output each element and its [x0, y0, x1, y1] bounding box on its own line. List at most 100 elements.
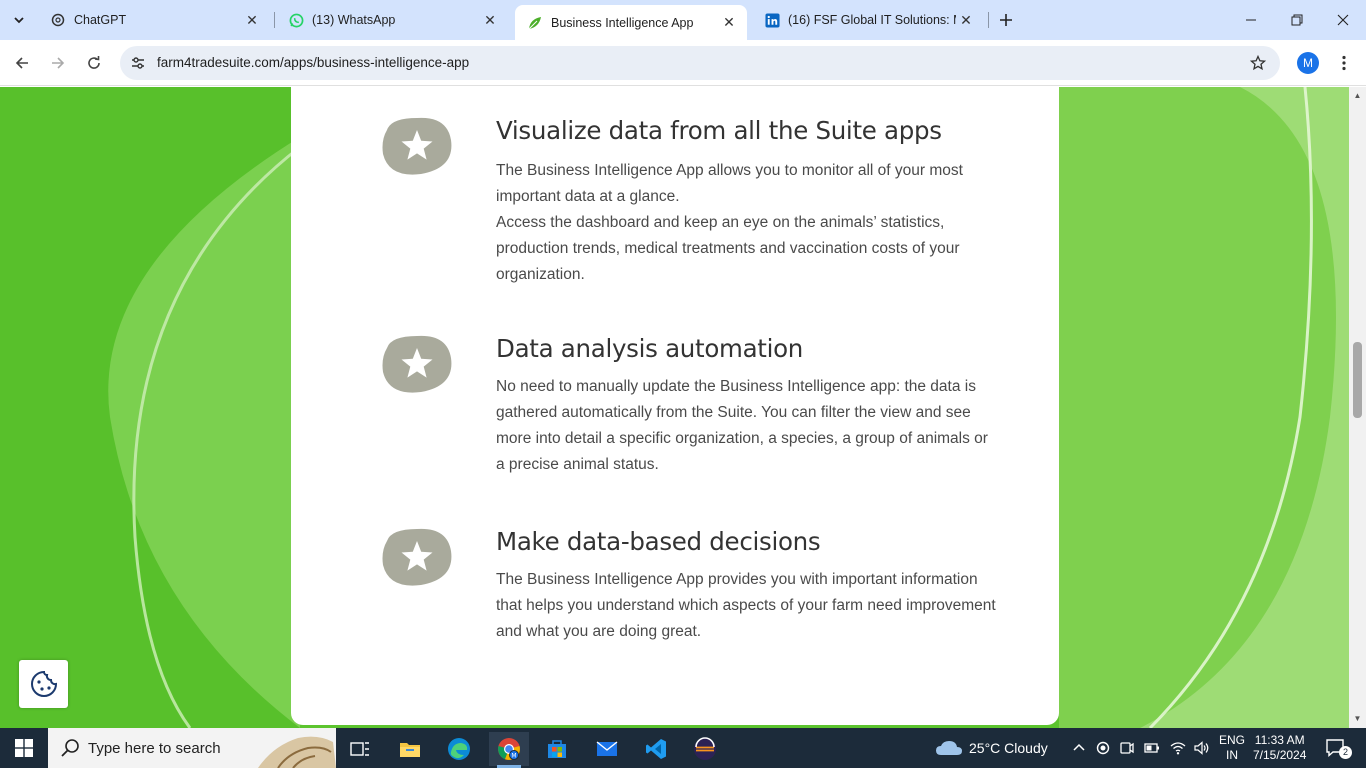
address-bar[interactable]: farm4tradesuite.com/apps/business-intell… — [120, 46, 1280, 80]
feature-body-2: Access the dashboard and keep an eye on … — [496, 214, 960, 283]
close-icon[interactable]: ✕ — [956, 10, 976, 30]
clock-date: 7/15/2024 — [1253, 748, 1307, 762]
arrow-right-icon — [52, 57, 65, 69]
region-code: IN — [1226, 748, 1238, 762]
whatsapp-icon — [288, 12, 304, 28]
weather-text: 25°C Cloudy — [969, 740, 1048, 756]
tab-title: ChatGPT — [74, 13, 127, 27]
minimize-icon — [1246, 19, 1256, 21]
tab-title: (13) WhatsApp — [312, 13, 396, 27]
tab-separator — [274, 12, 275, 28]
system-tray — [1072, 728, 1218, 768]
microsoft-store-button[interactable] — [537, 732, 577, 766]
new-tab-button[interactable] — [994, 8, 1018, 32]
task-view-button[interactable] — [340, 732, 380, 766]
back-button[interactable] — [8, 49, 36, 77]
browser-toolbar: farm4tradesuite.com/apps/business-intell… — [0, 40, 1366, 86]
close-icon[interactable]: ✕ — [242, 10, 262, 30]
page-scrollbar[interactable]: ▲ ▼ — [1349, 87, 1366, 728]
scroll-down-arrow[interactable]: ▼ — [1353, 714, 1362, 723]
leaf-icon — [527, 15, 543, 31]
wifi-icon[interactable] — [1170, 741, 1186, 755]
feature-heading: Data analysis automation — [496, 334, 804, 363]
reload-button[interactable] — [80, 49, 108, 77]
mail-button[interactable] — [587, 732, 627, 766]
language-indicator[interactable]: ENG IN — [1219, 728, 1245, 768]
forward-button[interactable] — [44, 49, 72, 77]
file-explorer-button[interactable] — [390, 732, 430, 766]
star-badge-icon — [382, 117, 452, 175]
feature-visualize: Visualize data from all the Suite apps T… — [381, 116, 1001, 316]
speaker-icon[interactable] — [1194, 741, 1210, 755]
page-viewport: Visualize data from all the Suite apps T… — [0, 87, 1349, 728]
restore-button[interactable] — [1274, 0, 1320, 40]
tab-business-intelligence[interactable]: Business Intelligence App ✕ — [515, 5, 747, 40]
close-icon[interactable]: ✕ — [480, 10, 500, 30]
tab-linkedin[interactable]: (16) FSF Global IT Solutions: My ✕ — [752, 0, 984, 40]
cookie-icon — [30, 670, 57, 697]
star-badge-icon — [382, 335, 452, 393]
record-icon[interactable] — [1096, 741, 1110, 755]
tab-title: Business Intelligence App — [551, 15, 694, 30]
folder-icon — [400, 743, 420, 757]
tab-chatgpt[interactable]: ChatGPT ✕ — [38, 0, 270, 40]
scroll-up-arrow[interactable]: ▲ — [1353, 91, 1362, 100]
tab-search-button[interactable] — [6, 7, 32, 33]
feature-body: No need to manually update the Business … — [496, 378, 988, 473]
search-placeholder: Type here to search — [88, 740, 221, 757]
linkedin-icon — [764, 12, 780, 28]
close-icon[interactable]: ✕ — [719, 13, 739, 33]
arrow-left-icon — [15, 57, 28, 69]
close-icon — [1337, 14, 1349, 26]
edge-button[interactable] — [439, 732, 479, 766]
star-badge-icon — [382, 528, 452, 586]
cloud-icon — [936, 741, 962, 755]
url-text[interactable]: farm4tradesuite.com/apps/business-intell… — [157, 55, 469, 70]
feature-automation: Data analysis automation No need to manu… — [381, 334, 1001, 494]
feature-heading: Make data-based decisions — [496, 527, 821, 556]
profile-avatar[interactable]: M — [1297, 52, 1319, 74]
mail-icon — [596, 741, 618, 756]
battery-icon[interactable] — [1144, 742, 1160, 754]
store-icon — [548, 740, 566, 758]
notification-center-button[interactable]: 2 — [1320, 728, 1352, 768]
reload-icon — [88, 56, 100, 69]
feature-body: The Business Intelligence App provides y… — [496, 571, 996, 640]
taskbar: Type here to search M 25°C Cloudy ENG IN… — [0, 728, 1366, 768]
vscode-button[interactable] — [636, 732, 676, 766]
notification-badge: 2 — [1339, 746, 1352, 759]
site-info-icon[interactable] — [128, 53, 148, 73]
scrollbar-thumb[interactable] — [1353, 342, 1362, 418]
feature-body: The Business Intelligence App allows you… — [496, 162, 963, 205]
meet-now-icon[interactable] — [1120, 740, 1134, 756]
chrome-button[interactable]: M — [489, 732, 529, 768]
search-icon — [61, 739, 79, 757]
chevron-down-icon — [14, 17, 24, 24]
vscode-icon — [646, 739, 666, 759]
task-view-icon — [350, 742, 369, 756]
tab-whatsapp[interactable]: (13) WhatsApp ✕ — [276, 0, 508, 40]
cookie-settings-button[interactable] — [19, 660, 68, 708]
close-window-button[interactable] — [1320, 0, 1366, 40]
language-code: ENG — [1219, 733, 1246, 747]
more-vert-icon — [1342, 55, 1346, 71]
search-highlight-image — [258, 736, 336, 768]
edge-icon — [448, 738, 470, 760]
minimize-button[interactable] — [1228, 0, 1274, 40]
content-card: Visualize data from all the Suite apps T… — [291, 87, 1059, 725]
bookmark-star-icon[interactable] — [1248, 53, 1268, 73]
tab-strip: ChatGPT ✕ (13) WhatsApp ✕ Business Intel… — [0, 0, 1366, 40]
tab-separator — [988, 12, 989, 28]
chevron-up-icon[interactable] — [1072, 741, 1086, 755]
start-button[interactable] — [0, 728, 48, 768]
taskbar-search-box[interactable]: Type here to search — [48, 728, 336, 768]
clock-time: 11:33 AM — [1254, 733, 1305, 747]
restore-icon — [1291, 14, 1303, 26]
weather-widget[interactable]: 25°C Cloudy — [935, 728, 1048, 768]
clock[interactable]: 11:33 AM 7/15/2024 — [1253, 728, 1306, 768]
browser-menu-button[interactable] — [1334, 52, 1354, 74]
feature-decisions: Make data-based decisions The Business I… — [381, 527, 1001, 667]
tab-title: (16) FSF Global IT Solutions: My — [788, 13, 956, 27]
eclipse-button[interactable] — [685, 732, 725, 766]
chatgpt-icon — [50, 12, 66, 28]
